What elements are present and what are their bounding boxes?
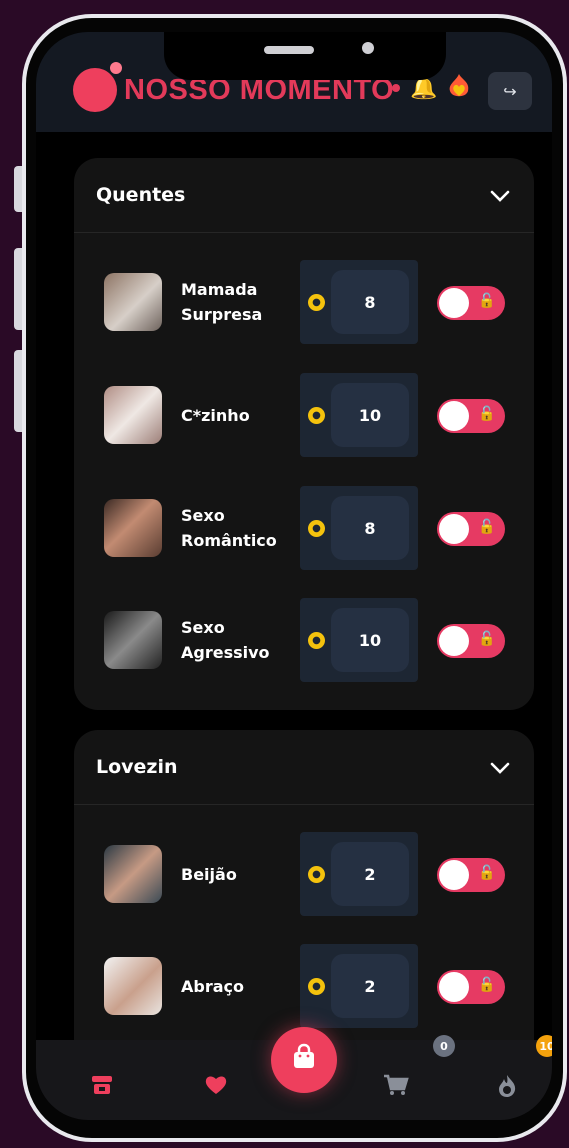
fire-icon[interactable] [496, 1074, 518, 1104]
item-label: Abraço [181, 976, 244, 996]
coin-icon: ● [308, 632, 325, 649]
category-title: Quentes [96, 184, 186, 206]
price-box: ● 2 [300, 944, 418, 1028]
cart-badge: 0 [433, 1035, 455, 1057]
item-label: Sexo Romântico [181, 506, 277, 550]
list-item: Sexo Romântico ● 8 🔓 [74, 486, 534, 572]
chevron-down-icon[interactable] [490, 183, 510, 208]
phone-screen: NOSSO MOMENTO 🔔 ↪ Quentes Mamada Surpres… [36, 32, 552, 1120]
item-thumbnail [104, 845, 162, 903]
toggle-knob [439, 401, 469, 431]
chevron-down-icon[interactable] [490, 755, 510, 780]
category-card-quentes: Quentes Mamada Surpresa ● 8 🔓 C*zinho ● … [74, 158, 534, 710]
item-toggle[interactable]: 🔓 [437, 858, 505, 892]
item-toggle[interactable]: 🔓 [437, 624, 505, 658]
coin-icon: ● [308, 520, 325, 537]
item-label: Beijão [181, 864, 237, 884]
toggle-knob [439, 288, 469, 318]
category-header[interactable]: Lovezin [74, 730, 534, 805]
item-label: C*zinho [181, 405, 250, 425]
category-header[interactable]: Quentes [74, 158, 534, 233]
price-value[interactable]: 2 [331, 842, 409, 906]
item-thumbnail [104, 957, 162, 1015]
speaker-grille [264, 46, 314, 54]
price-box: ● 10 [300, 373, 418, 457]
logout-button[interactable]: ↪ [488, 72, 532, 110]
item-toggle[interactable]: 🔓 [437, 286, 505, 320]
coin-icon: ● [308, 866, 325, 883]
category-card-lovezin: Lovezin Beijão ● 2 🔓 Abraço ● 2 🔓 [74, 730, 534, 1070]
fire-badge: 10 [536, 1035, 552, 1057]
category-title: Lovezin [96, 756, 178, 778]
unlock-icon: 🔓 [478, 406, 496, 422]
price-value[interactable]: 10 [331, 608, 409, 672]
price-value[interactable]: 8 [331, 496, 409, 560]
unlock-icon: 🔓 [478, 519, 496, 535]
sign-out-icon: ↪ [503, 81, 517, 101]
toggle-knob [439, 514, 469, 544]
list-item: Abraço ● 2 🔓 [74, 944, 534, 1030]
item-thumbnail [104, 611, 162, 669]
list-item: Beijão ● 2 🔓 [74, 832, 534, 918]
phone-notch [164, 32, 446, 80]
item-thumbnail [104, 499, 162, 557]
store-icon[interactable] [90, 1074, 114, 1102]
coin-icon: ● [308, 407, 325, 424]
price-value[interactable]: 2 [331, 954, 409, 1018]
shopping-bag-button[interactable] [271, 1027, 337, 1093]
item-thumbnail [104, 386, 162, 444]
unlock-icon: 🔓 [478, 977, 496, 993]
list-item: Mamada Surpresa ● 8 🔓 [74, 260, 534, 346]
item-toggle[interactable]: 🔓 [437, 512, 505, 546]
logo-icon [73, 68, 117, 112]
shopping-bag-icon [290, 1043, 318, 1078]
item-label: Sexo Agressivo [181, 618, 270, 662]
coin-icon: ● [308, 294, 325, 311]
item-thumbnail [104, 273, 162, 331]
list-item: C*zinho ● 10 🔓 [74, 373, 534, 459]
item-label: Mamada Surpresa [181, 280, 263, 324]
price-value[interactable]: 10 [331, 383, 409, 447]
unlock-icon: 🔓 [478, 293, 496, 309]
price-value[interactable]: 8 [331, 270, 409, 334]
item-toggle[interactable]: 🔓 [437, 970, 505, 1004]
price-box: ● 10 [300, 598, 418, 682]
item-toggle[interactable]: 🔓 [437, 399, 505, 433]
price-box: ● 2 [300, 832, 418, 916]
list-item: Sexo Agressivo ● 10 🔓 [74, 598, 534, 684]
unlock-icon: 🔓 [478, 631, 496, 647]
price-box: ● 8 [300, 260, 418, 344]
flaming-heart-icon[interactable] [444, 72, 474, 109]
cart-icon[interactable] [383, 1074, 409, 1102]
logo-accent-dot [110, 62, 122, 74]
brand-separator-dot [392, 84, 400, 92]
heart-icon[interactable] [204, 1074, 228, 1102]
toggle-knob [439, 972, 469, 1002]
toggle-knob [439, 860, 469, 890]
price-box: ● 8 [300, 486, 418, 570]
toggle-knob [439, 626, 469, 656]
coin-icon: ● [308, 978, 325, 995]
front-camera [362, 42, 374, 54]
unlock-icon: 🔓 [478, 865, 496, 881]
main-content: Quentes Mamada Surpresa ● 8 🔓 C*zinho ● … [36, 132, 552, 1070]
